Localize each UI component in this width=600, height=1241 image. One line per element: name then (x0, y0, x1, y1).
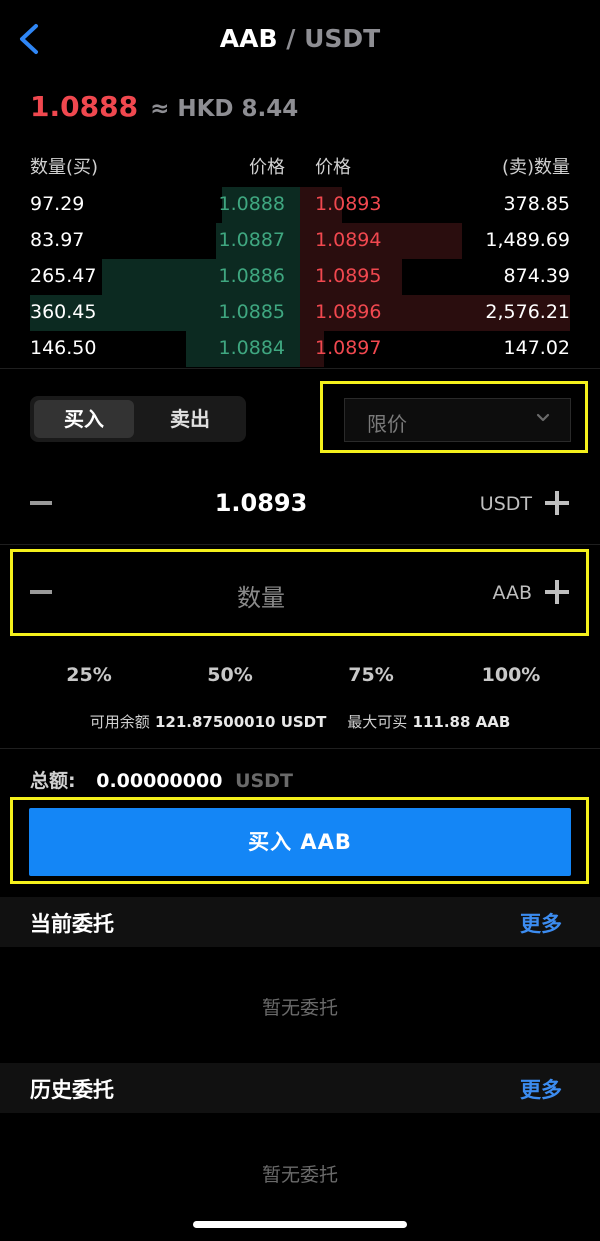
history-orders-more-link[interactable]: 更多 (520, 1074, 562, 1104)
available-label: 可用余额 (89, 713, 150, 731)
divider (0, 368, 600, 369)
orderbook-row[interactable]: 146.50 1.0884 1.0897 147.02 (0, 331, 600, 367)
max-buy-label: 最大可买 (347, 713, 408, 731)
ask-qty: 147.02 (503, 337, 570, 359)
bid-price: 1.0888 (218, 193, 285, 215)
fiat-approx: ≈ HKD 8.44 (150, 96, 299, 122)
total-row: 总额: 0.00000000 USDT (30, 766, 293, 793)
percent-100-button[interactable]: 100% (471, 664, 551, 686)
chevron-down-icon (536, 413, 550, 422)
bid-qty: 265.47 (30, 265, 97, 287)
history-orders-title: 历史委托 (30, 1078, 114, 1102)
ask-qty: 378.85 (503, 193, 570, 215)
balance-info: 可用余额 121.87500010 USDT 最大可买 111.88 AAB (0, 711, 600, 732)
app-header: AAB / USDT (0, 0, 600, 80)
amount-unit: AAB (492, 582, 532, 604)
percent-50-button[interactable]: 50% (190, 664, 270, 686)
amount-stepper: 数量 AAB (0, 562, 600, 622)
history-orders-empty: 暂无委托 (261, 1164, 338, 1186)
orderbook-row[interactable]: 97.29 1.0888 1.0893 378.85 (0, 187, 600, 223)
buy-submit-button[interactable]: 买入 AAB (29, 808, 571, 876)
price-unit: USDT (479, 493, 532, 515)
ask-qty: 2,576.21 (485, 301, 570, 323)
order-type-select[interactable]: 限价 (344, 398, 571, 442)
amount-input[interactable]: 数量 (0, 578, 522, 613)
pair-title: AAB / USDT (0, 24, 600, 53)
orderbook-row[interactable]: 265.47 1.0886 1.0895 874.39 (0, 259, 600, 295)
bid-qty-header: 数量(买) (30, 157, 99, 178)
available-value: 121.87500010 USDT (154, 713, 327, 731)
bid-price: 1.0886 (218, 265, 285, 287)
percent-75-button[interactable]: 75% (331, 664, 411, 686)
current-orders-empty: 暂无委托 (261, 997, 338, 1019)
ask-price: 1.0897 (315, 337, 382, 359)
plus-bar-v (555, 491, 559, 515)
ask-price: 1.0896 (315, 301, 382, 323)
bid-qty: 360.45 (30, 301, 97, 323)
last-price: 1.0888 (30, 90, 139, 123)
bid-price: 1.0887 (218, 229, 285, 251)
ask-qty: 1,489.69 (485, 229, 570, 251)
current-orders-more-link[interactable]: 更多 (520, 908, 562, 938)
current-orders-header: 当前委托 更多 (0, 897, 600, 947)
bid-qty: 146.50 (30, 337, 97, 359)
bid-price-header: 价格 (249, 157, 285, 178)
pair-quote: / USDT (286, 24, 381, 53)
price-stepper: 1.0893 USDT (0, 473, 600, 533)
bid-qty: 83.97 (30, 229, 85, 251)
ticker: 1.0888 ≈ HKD 8.44 (30, 90, 298, 126)
pair-base: AAB (219, 24, 278, 53)
ask-price: 1.0893 (315, 193, 382, 215)
ask-qty-header: (卖)数量 (501, 157, 570, 178)
max-buy-value: 111.88 AAB (412, 713, 511, 731)
bid-price: 1.0885 (218, 301, 285, 323)
sell-tab[interactable]: 卖出 (140, 400, 240, 438)
orderbook-row[interactable]: 360.45 1.0885 1.0896 2,576.21 (0, 295, 600, 331)
price-input[interactable]: 1.0893 (0, 489, 522, 517)
divider (0, 748, 600, 749)
side-toggle: 买入 卖出 (30, 396, 246, 442)
bid-qty: 97.29 (30, 193, 85, 215)
total-label: 总额: (30, 770, 76, 792)
ask-price-header: 价格 (315, 157, 351, 178)
divider (0, 544, 600, 545)
plus-bar-v (555, 580, 559, 604)
percent-25-button[interactable]: 25% (49, 664, 129, 686)
ask-qty: 874.39 (503, 265, 570, 287)
ask-price: 1.0894 (315, 229, 382, 251)
home-indicator[interactable] (193, 1221, 407, 1228)
bid-price: 1.0884 (218, 337, 285, 359)
total-unit: USDT (235, 770, 293, 792)
orderbook-row[interactable]: 83.97 1.0887 1.0894 1,489.69 (0, 223, 600, 259)
buy-tab[interactable]: 买入 (34, 400, 134, 438)
current-orders-title: 当前委托 (30, 912, 114, 936)
ask-price: 1.0895 (315, 265, 382, 287)
total-value: 0.00000000 (96, 770, 223, 792)
history-orders-header: 历史委托 更多 (0, 1063, 600, 1113)
order-type-value: 限价 (367, 412, 407, 436)
